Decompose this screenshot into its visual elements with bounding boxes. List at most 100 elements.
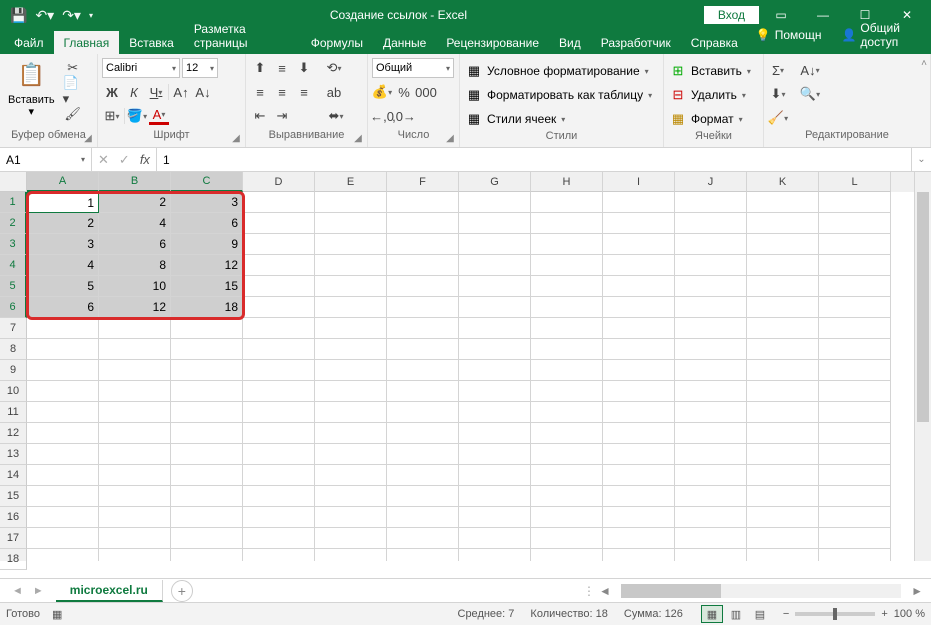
cell[interactable] bbox=[171, 444, 243, 465]
cell[interactable] bbox=[819, 507, 891, 528]
cell[interactable] bbox=[315, 213, 387, 234]
cell[interactable] bbox=[99, 318, 171, 339]
cell[interactable] bbox=[531, 234, 603, 255]
cell[interactable] bbox=[675, 192, 747, 213]
cell[interactable] bbox=[459, 234, 531, 255]
tab-view[interactable]: Вид bbox=[549, 31, 591, 54]
redo-icon[interactable]: ↷▾ bbox=[62, 7, 81, 24]
cell[interactable] bbox=[243, 465, 315, 486]
cell[interactable] bbox=[603, 276, 675, 297]
cell[interactable] bbox=[675, 402, 747, 423]
alignment-launcher-icon[interactable]: ◢ bbox=[351, 131, 365, 145]
column-header[interactable]: F bbox=[387, 172, 459, 192]
row-header[interactable]: 5 bbox=[0, 276, 27, 297]
sheet-prev-icon[interactable]: ◄ bbox=[12, 585, 23, 597]
cell[interactable] bbox=[459, 318, 531, 339]
cell[interactable] bbox=[603, 255, 675, 276]
increase-decimal-button[interactable]: ←,0 bbox=[372, 106, 392, 126]
cell[interactable] bbox=[99, 549, 171, 561]
view-page-layout-button[interactable]: ▥ bbox=[725, 605, 747, 623]
cell[interactable] bbox=[531, 402, 603, 423]
cell[interactable] bbox=[243, 402, 315, 423]
cell[interactable] bbox=[819, 549, 891, 561]
cell[interactable] bbox=[27, 360, 99, 381]
cell[interactable] bbox=[243, 360, 315, 381]
cell[interactable] bbox=[747, 528, 819, 549]
formula-input[interactable]: 1 bbox=[157, 148, 911, 171]
cell[interactable]: 2 bbox=[99, 192, 171, 213]
cell[interactable] bbox=[387, 339, 459, 360]
cell[interactable] bbox=[747, 234, 819, 255]
cell[interactable] bbox=[387, 507, 459, 528]
cell[interactable] bbox=[315, 423, 387, 444]
cells-area[interactable]: 12324636948125101561218 bbox=[27, 192, 914, 561]
cell[interactable] bbox=[459, 255, 531, 276]
cell[interactable] bbox=[531, 339, 603, 360]
underline-button[interactable]: Ч▾ bbox=[146, 82, 166, 102]
row-header[interactable]: 1 bbox=[0, 192, 27, 213]
cell[interactable]: 4 bbox=[27, 255, 99, 276]
cell[interactable]: 9 bbox=[171, 234, 243, 255]
cell[interactable] bbox=[243, 507, 315, 528]
cell[interactable] bbox=[387, 528, 459, 549]
cell[interactable] bbox=[531, 360, 603, 381]
cell[interactable] bbox=[675, 465, 747, 486]
cell[interactable]: 12 bbox=[99, 297, 171, 318]
cell[interactable]: 18 bbox=[171, 297, 243, 318]
cell[interactable] bbox=[387, 234, 459, 255]
cell[interactable] bbox=[387, 318, 459, 339]
cell[interactable] bbox=[603, 318, 675, 339]
cell[interactable] bbox=[315, 507, 387, 528]
cell[interactable] bbox=[171, 507, 243, 528]
cell[interactable] bbox=[603, 507, 675, 528]
cell[interactable] bbox=[819, 381, 891, 402]
cell[interactable] bbox=[819, 486, 891, 507]
cell[interactable] bbox=[315, 276, 387, 297]
cell[interactable] bbox=[315, 465, 387, 486]
cell[interactable] bbox=[603, 465, 675, 486]
align-bottom-button[interactable]: ⬇ bbox=[294, 58, 314, 78]
cell[interactable] bbox=[387, 255, 459, 276]
cell[interactable] bbox=[387, 465, 459, 486]
cell[interactable] bbox=[675, 234, 747, 255]
cell[interactable] bbox=[315, 234, 387, 255]
fx-icon[interactable]: fx bbox=[140, 152, 150, 167]
cell[interactable] bbox=[675, 528, 747, 549]
select-all-corner[interactable] bbox=[0, 172, 27, 192]
cell[interactable] bbox=[27, 444, 99, 465]
cell[interactable] bbox=[675, 486, 747, 507]
cell[interactable]: 6 bbox=[99, 234, 171, 255]
cell[interactable] bbox=[99, 486, 171, 507]
cell[interactable] bbox=[387, 381, 459, 402]
borders-button[interactable]: ⊞▾ bbox=[102, 106, 122, 126]
cell[interactable] bbox=[531, 486, 603, 507]
row-header[interactable]: 16 bbox=[0, 507, 27, 528]
cell[interactable] bbox=[99, 402, 171, 423]
font-name-select[interactable]: Calibri▾ bbox=[102, 58, 180, 78]
cell[interactable] bbox=[819, 255, 891, 276]
cell[interactable] bbox=[459, 444, 531, 465]
column-header[interactable]: D bbox=[243, 172, 315, 192]
cell[interactable] bbox=[603, 486, 675, 507]
cell[interactable] bbox=[171, 360, 243, 381]
cell[interactable] bbox=[747, 423, 819, 444]
cell[interactable] bbox=[531, 465, 603, 486]
cell[interactable] bbox=[675, 297, 747, 318]
cell[interactable] bbox=[243, 234, 315, 255]
format-cells-button[interactable]: ▦Формат▾ bbox=[668, 108, 753, 130]
cell[interactable] bbox=[315, 192, 387, 213]
row-header[interactable]: 17 bbox=[0, 528, 27, 549]
cell[interactable] bbox=[531, 318, 603, 339]
cell[interactable] bbox=[603, 423, 675, 444]
cell[interactable] bbox=[243, 297, 315, 318]
tab-help[interactable]: Справка bbox=[681, 31, 748, 54]
cell[interactable] bbox=[243, 255, 315, 276]
cell[interactable] bbox=[531, 507, 603, 528]
zoom-in-button[interactable]: + bbox=[881, 608, 887, 620]
fill-button[interactable]: ⬇▾ bbox=[768, 84, 788, 104]
cell[interactable] bbox=[819, 423, 891, 444]
undo-icon[interactable]: ↶▾ bbox=[35, 7, 54, 24]
align-left-button[interactable]: ≡ bbox=[250, 82, 270, 102]
cell[interactable] bbox=[27, 423, 99, 444]
row-header[interactable]: 12 bbox=[0, 423, 27, 444]
